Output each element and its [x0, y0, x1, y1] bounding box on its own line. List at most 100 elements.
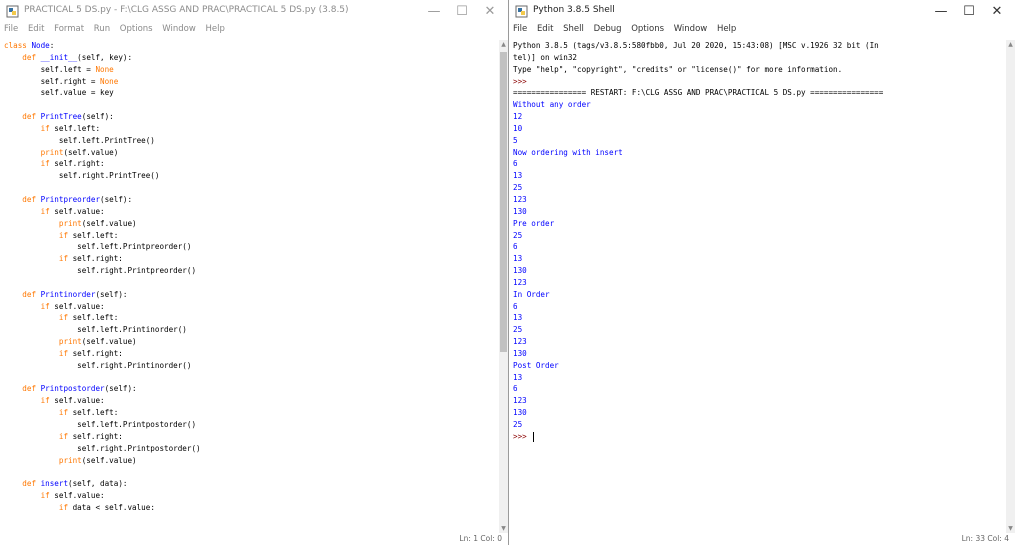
code-line: def PrintTree(self):	[4, 111, 498, 123]
shell-titlebar[interactable]: Python 3.8.5 Shell — ☐ ✕	[509, 0, 1015, 24]
shell-line: 5	[513, 135, 1005, 147]
code-token: 130	[513, 206, 527, 216]
menu-options[interactable]: Options	[120, 24, 153, 34]
menu-file[interactable]: File	[4, 24, 18, 34]
shell-line: Post Order	[513, 360, 1005, 372]
code-token: def	[22, 112, 41, 122]
code-token: self.left:	[72, 408, 119, 418]
scroll-down-icon[interactable]: ▼	[499, 524, 508, 533]
code-token: if	[40, 159, 55, 169]
shell-window[interactable]: Python 3.8.5 Shell — ☐ ✕ File Edit Shell…	[509, 0, 1015, 545]
code-token: (self, data):	[68, 479, 128, 489]
code-line: self.left.Printpostorder()	[4, 419, 498, 431]
close-icon[interactable]: ✕	[983, 2, 1011, 22]
code-token: print	[40, 147, 64, 157]
code-token: 13	[513, 171, 523, 181]
code-line: print(self.value)	[4, 455, 498, 467]
menu-shell[interactable]: Shell	[563, 24, 584, 34]
code-token: 25	[513, 230, 523, 240]
code-token: Node	[31, 41, 50, 50]
minimize-icon[interactable]: —	[927, 2, 955, 22]
menu-help[interactable]: Help	[206, 24, 225, 34]
shell-line: 13	[513, 312, 1005, 324]
code-token: (self.value)	[81, 337, 137, 347]
code-token: 6	[513, 384, 518, 394]
shell-line: 130	[513, 206, 1005, 218]
maximize-icon[interactable]: ☐	[448, 2, 476, 22]
shell-line: In Order	[513, 289, 1005, 301]
code-token: 123	[513, 396, 527, 406]
menu-run[interactable]: Run	[94, 24, 110, 34]
code-token: def	[22, 52, 41, 62]
editor-scrollbar[interactable]: ▲ ▼	[499, 40, 508, 533]
maximize-icon[interactable]: ☐	[955, 2, 983, 22]
menu-edit[interactable]: Edit	[28, 24, 44, 34]
code-editor-area[interactable]: class Node: def __init__(self, key): sel…	[0, 40, 498, 533]
code-line: self.left.Printinorder()	[4, 324, 498, 336]
scroll-up-icon[interactable]: ▲	[1006, 40, 1015, 49]
code-line: def Printinorder(self):	[4, 289, 498, 301]
menu-window[interactable]: Window	[162, 24, 196, 34]
code-token: Printpostorder	[40, 384, 105, 394]
code-token: print	[58, 337, 82, 347]
shell-line: 13	[513, 253, 1005, 265]
code-token: self.right.Printinorder()	[4, 360, 192, 370]
menu-help[interactable]: Help	[717, 24, 736, 34]
editor-titlebar[interactable]: PRACTICAL 5 DS.py - F:\CLG ASSG AND PRAC…	[0, 0, 508, 24]
shell-line: 25	[513, 324, 1005, 336]
shell-menubar: File Edit Shell Debug Options Window Hel…	[509, 24, 1015, 39]
code-token: ================ RESTART: F:\CLG ASSG AN…	[513, 88, 884, 98]
code-line: if self.value:	[4, 395, 498, 407]
code-token: 123	[513, 194, 527, 204]
code-line: self.right = None	[4, 76, 498, 88]
shell-line: >>>	[513, 431, 1005, 443]
code-line: def insert(self, data):	[4, 478, 498, 490]
scroll-up-icon[interactable]: ▲	[499, 40, 508, 49]
shell-line: 123	[513, 395, 1005, 407]
code-line: if self.left:	[4, 312, 498, 324]
menu-file[interactable]: File	[513, 24, 527, 34]
code-line: self.left = None	[4, 64, 498, 76]
shell-line: 13	[513, 170, 1005, 182]
menu-window[interactable]: Window	[674, 24, 708, 34]
code-token: if	[58, 348, 73, 358]
code-line: self.left.PrintTree()	[4, 135, 498, 147]
shell-status: Ln: 33 Col: 4	[961, 534, 1009, 543]
menu-format[interactable]: Format	[54, 24, 84, 34]
editor-scroll-thumb[interactable]	[500, 52, 507, 352]
code-token: PrintTree	[40, 112, 82, 122]
menu-debug[interactable]: Debug	[594, 24, 622, 34]
minimize-icon[interactable]: —	[420, 2, 448, 22]
shell-line: Type "help", "copyright", "credits" or "…	[513, 64, 1005, 76]
code-token: (self):	[81, 112, 114, 122]
shell-output-area[interactable]: Python 3.8.5 (tags/v3.8.5:580fbb0, Jul 2…	[509, 40, 1005, 533]
shell-line: 25	[513, 419, 1005, 431]
menu-options[interactable]: Options	[631, 24, 664, 34]
code-line: def Printpreorder(self):	[4, 194, 498, 206]
editor-title: PRACTICAL 5 DS.py - F:\CLG ASSG AND PRAC…	[24, 5, 349, 15]
code-token: if	[58, 408, 73, 418]
code-token: if	[40, 491, 55, 501]
shell-scrollbar[interactable]: ▲ ▼	[1006, 40, 1015, 533]
scroll-down-icon[interactable]: ▼	[1006, 524, 1015, 533]
code-token: 12	[513, 112, 523, 122]
menu-edit[interactable]: Edit	[537, 24, 553, 34]
code-token: self.right.Printpostorder()	[4, 443, 201, 453]
code-token: self.left:	[72, 313, 119, 323]
code-token: 10	[513, 123, 523, 133]
shell-line: Without any order	[513, 99, 1005, 111]
code-token: 130	[513, 408, 527, 418]
editor-window[interactable]: PRACTICAL 5 DS.py - F:\CLG ASSG AND PRAC…	[0, 0, 508, 545]
close-icon[interactable]: ✕	[476, 2, 504, 22]
shell-line: 130	[513, 407, 1005, 419]
code-token: __init__	[40, 52, 78, 62]
shell-title: Python 3.8.5 Shell	[533, 5, 615, 15]
